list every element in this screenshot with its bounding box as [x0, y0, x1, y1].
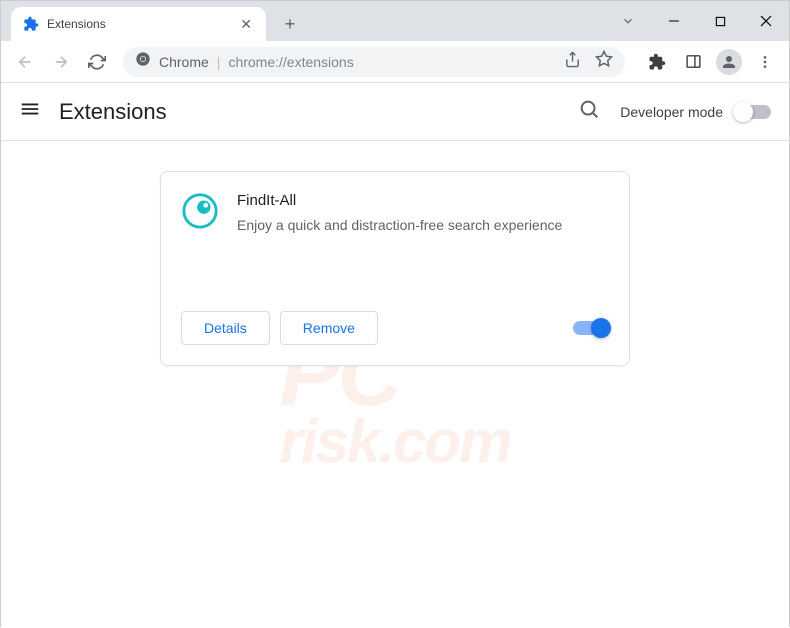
share-icon[interactable]	[564, 51, 581, 73]
window-controls	[613, 1, 789, 41]
close-window-button[interactable]	[743, 1, 789, 41]
tab-search-button[interactable]	[613, 1, 643, 41]
extension-card: FindIt-All Enjoy a quick and distraction…	[160, 171, 630, 366]
developer-mode-toggle[interactable]	[735, 105, 771, 119]
developer-mode-label: Developer mode	[620, 104, 723, 120]
bookmark-star-icon[interactable]	[595, 50, 613, 73]
url-prefix: Chrome	[159, 54, 209, 70]
extensions-puzzle-icon[interactable]	[641, 46, 673, 78]
reload-button[interactable]	[81, 46, 113, 78]
profile-avatar[interactable]	[713, 46, 745, 78]
forward-button[interactable]	[45, 46, 77, 78]
window-titlebar: Extensions ✕ +	[1, 1, 789, 41]
browser-toolbar: Chrome | chrome://extensions	[1, 41, 789, 83]
extension-description: Enjoy a quick and distraction-free searc…	[237, 215, 609, 236]
address-bar[interactable]: Chrome | chrome://extensions	[123, 47, 625, 77]
details-button[interactable]: Details	[181, 311, 270, 345]
extension-app-icon	[181, 192, 219, 230]
plus-icon: +	[285, 14, 296, 35]
page-title: Extensions	[59, 99, 578, 125]
url-separator: |	[217, 54, 221, 70]
minimize-button[interactable]	[651, 1, 697, 41]
browser-tab[interactable]: Extensions ✕	[11, 7, 266, 41]
maximize-button[interactable]	[697, 1, 743, 41]
remove-button[interactable]: Remove	[280, 311, 378, 345]
close-tab-icon[interactable]: ✕	[236, 14, 256, 35]
url-text: chrome://extensions	[228, 54, 564, 70]
extension-enable-toggle[interactable]	[573, 321, 609, 335]
tab-title: Extensions	[47, 17, 236, 31]
side-panel-icon[interactable]	[677, 46, 709, 78]
extension-puzzle-icon	[23, 16, 39, 32]
extension-name: FindIt-All	[237, 192, 609, 209]
new-tab-button[interactable]: +	[276, 10, 304, 38]
chrome-icon	[135, 51, 151, 72]
extensions-content: PC risk.com FindIt-All Enjoy a quick and…	[1, 141, 789, 628]
menu-dots-icon[interactable]	[749, 46, 781, 78]
search-icon[interactable]	[578, 98, 600, 125]
hamburger-menu-icon[interactable]	[19, 98, 41, 125]
back-button[interactable]	[9, 46, 41, 78]
extensions-header: Extensions Developer mode	[1, 83, 789, 141]
